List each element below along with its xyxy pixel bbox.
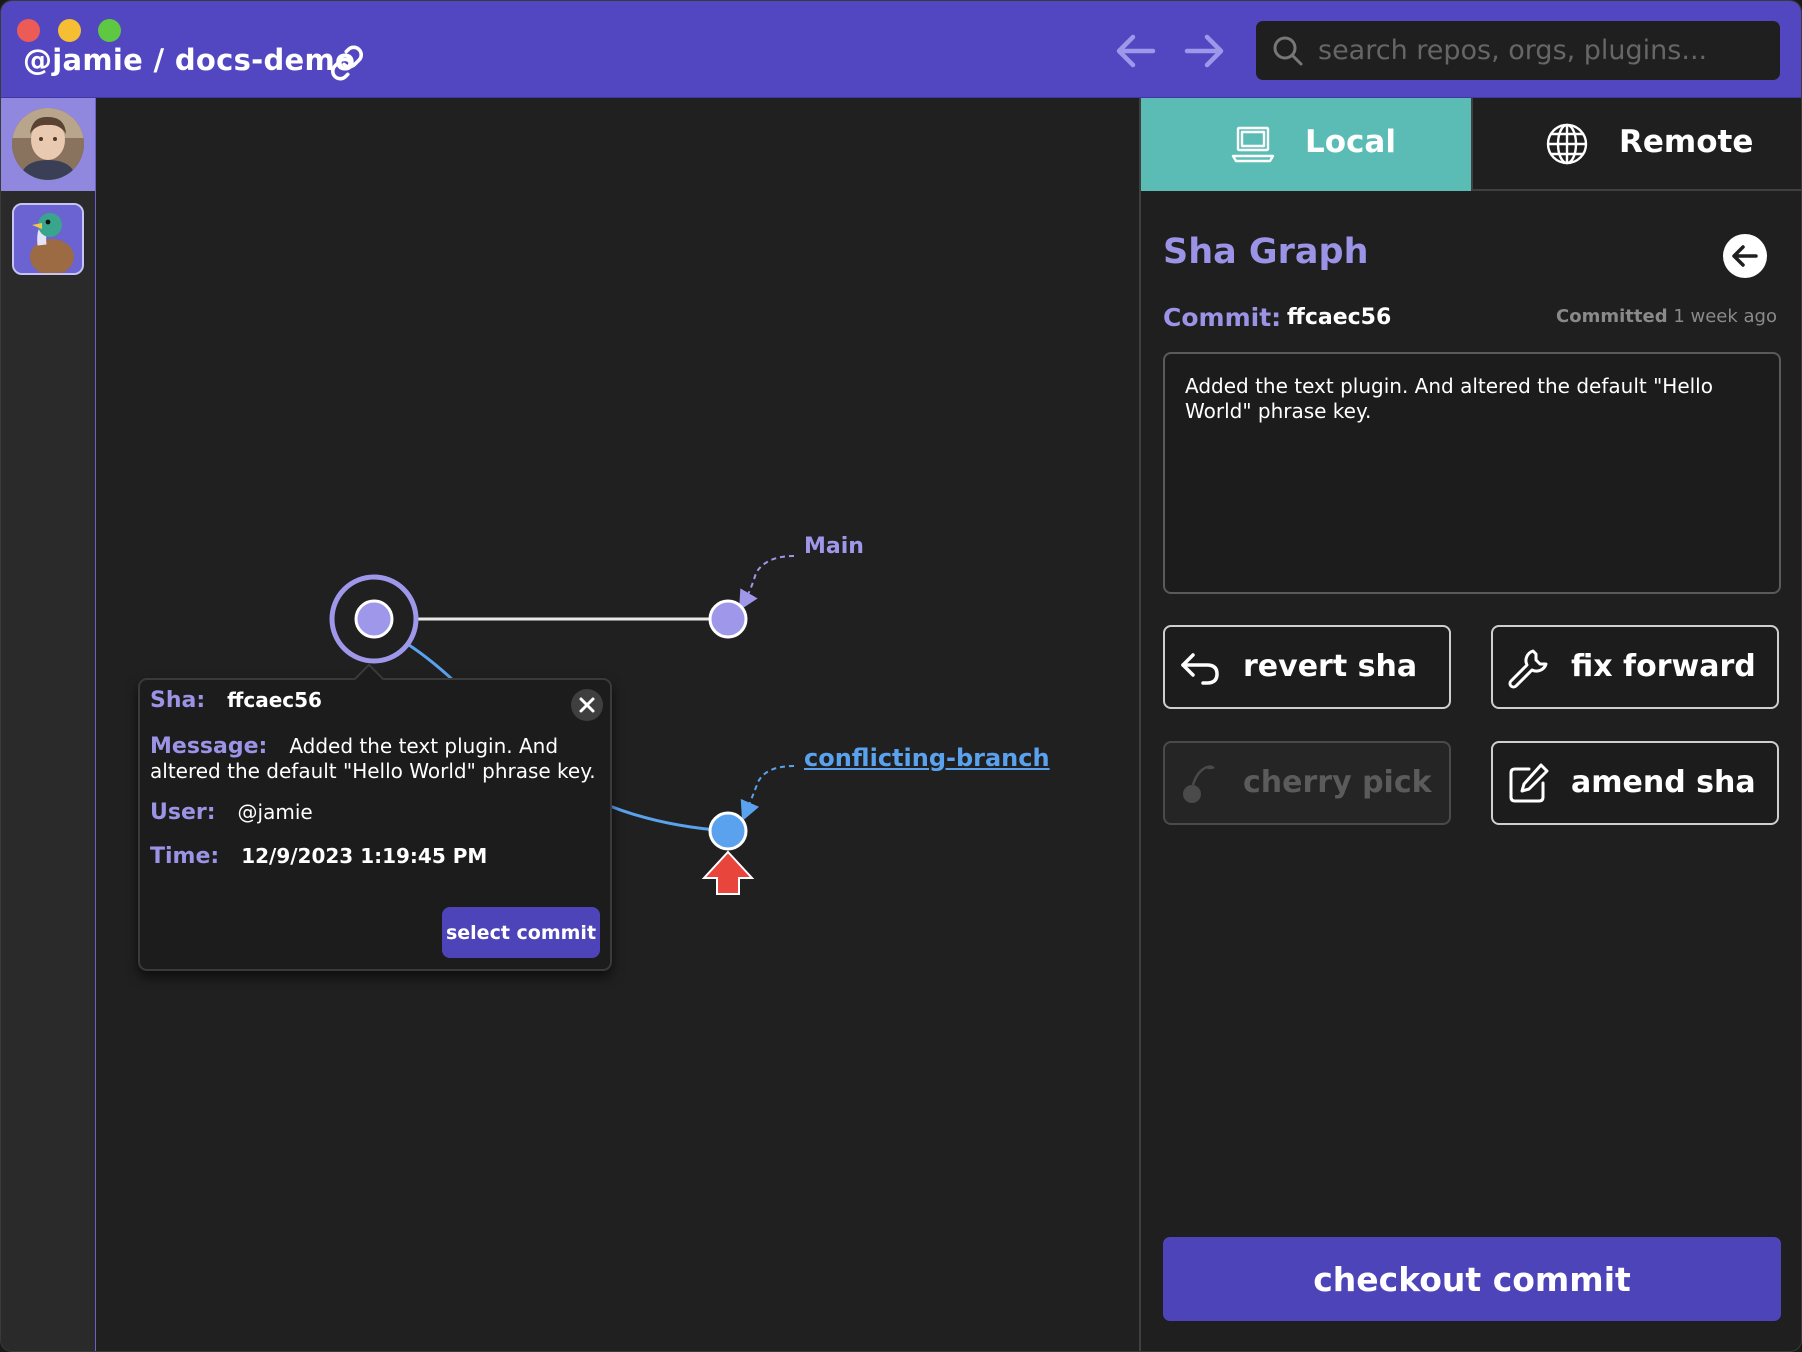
back-arrow-icon: [1732, 245, 1758, 267]
close-window-button[interactable]: [17, 19, 40, 42]
popover-time-row: Time: 12/9/2023 1:19:45 PM: [150, 844, 487, 869]
undo-arrow-icon: [1181, 653, 1219, 685]
popover-sha-key: Sha:: [150, 688, 206, 713]
plugin-duck-icon[interactable]: [12, 203, 84, 275]
tab-local-label: Local: [1305, 124, 1396, 160]
checkout-commit-button[interactable]: checkout commit: [1163, 1237, 1781, 1321]
tab-local[interactable]: Local: [1141, 98, 1471, 191]
selected-commit-node: [354, 599, 394, 639]
branch-label-main[interactable]: Main: [804, 534, 864, 559]
committed-label: Committed: [1556, 306, 1668, 327]
panel-back-button[interactable]: [1723, 234, 1767, 278]
commit-sha-value: ffcaec56: [1287, 305, 1392, 330]
commit-key: Commit:: [1163, 303, 1282, 332]
fix-forward-label: fix forward: [1571, 649, 1756, 684]
laptop-icon: [1231, 126, 1275, 163]
popover-message-key: Message:: [150, 734, 268, 759]
committed-timestamp: Committed 1 week ago: [1556, 306, 1777, 327]
left-rail: [1, 98, 96, 1351]
popover-time-key: Time:: [150, 844, 220, 869]
title-bar: @jamie / docs-demo: [1, 1, 1801, 98]
link-icon[interactable]: [329, 45, 365, 81]
close-icon: [579, 697, 595, 713]
tab-remote-label: Remote: [1619, 124, 1754, 160]
conflict-warning-arrow-icon: [701, 850, 755, 895]
popover-close-button[interactable]: [571, 689, 603, 721]
user-avatar[interactable]: [12, 108, 84, 180]
popover-sha-row: Sha: ffcaec56: [150, 688, 322, 713]
sha-graph-canvas[interactable]: Main conflicting-branch Sha: ffcaec56 Mes…: [96, 98, 1139, 1351]
conflicting-head-node: [708, 811, 748, 851]
popover-user-row: User: @jamie: [150, 800, 313, 825]
search-input[interactable]: [1318, 29, 1768, 71]
panel-title: Sha Graph: [1163, 232, 1369, 272]
popover-time-value: 12/9/2023 1:19:45 PM: [241, 844, 488, 868]
cherry-pick-label: cherry pick: [1243, 765, 1432, 800]
revert-sha-button[interactable]: revert sha: [1163, 625, 1451, 709]
tab-remote[interactable]: Remote: [1471, 98, 1801, 191]
commit-message-box: Added the text plugin. And altered the d…: [1163, 352, 1781, 594]
search-box[interactable]: [1256, 21, 1780, 80]
edit-box-icon: [1509, 763, 1549, 803]
minimize-window-button[interactable]: [58, 19, 81, 42]
popover-sha-value: ffcaec56: [227, 688, 322, 712]
commit-popover: Sha: ffcaec56 Message: Added the text plug…: [138, 663, 612, 971]
amend-sha-button[interactable]: amend sha: [1491, 741, 1779, 825]
search-icon: [1273, 36, 1303, 66]
globe-icon: [1546, 123, 1588, 165]
cherry-pick-button[interactable]: cherry pick: [1163, 741, 1451, 825]
amend-sha-label: amend sha: [1571, 765, 1756, 800]
app-window: @jamie / docs-demo search repos, orgs, p…: [0, 0, 1802, 1352]
branch-label-conflicting[interactable]: conflicting-branch: [804, 744, 1050, 772]
conflicting-pointer-arrow: [740, 765, 795, 822]
main-pointer-arrow: [738, 555, 795, 611]
cherry-icon: [1183, 765, 1215, 803]
popover-user-value: @jamie: [237, 800, 313, 824]
popover-message-row: Message: Added the text plugin. And alter…: [150, 734, 600, 784]
popover-user-key: User:: [150, 800, 216, 825]
revert-sha-label: revert sha: [1243, 649, 1418, 684]
select-commit-button[interactable]: select commit: [442, 907, 600, 958]
committed-time: 1 week ago: [1673, 306, 1777, 327]
maximize-window-button[interactable]: [98, 19, 121, 42]
repo-title: @jamie / docs-demo: [23, 43, 356, 77]
forward-arrow-icon[interactable]: [1181, 31, 1227, 71]
main-head-node: [708, 599, 748, 639]
right-panel: Local Remote Sha Graph Commit: ffcaec56 …: [1139, 98, 1801, 1351]
back-arrow-icon[interactable]: [1113, 31, 1159, 71]
wrench-icon: [1508, 649, 1548, 689]
fix-forward-button[interactable]: fix forward: [1491, 625, 1779, 709]
